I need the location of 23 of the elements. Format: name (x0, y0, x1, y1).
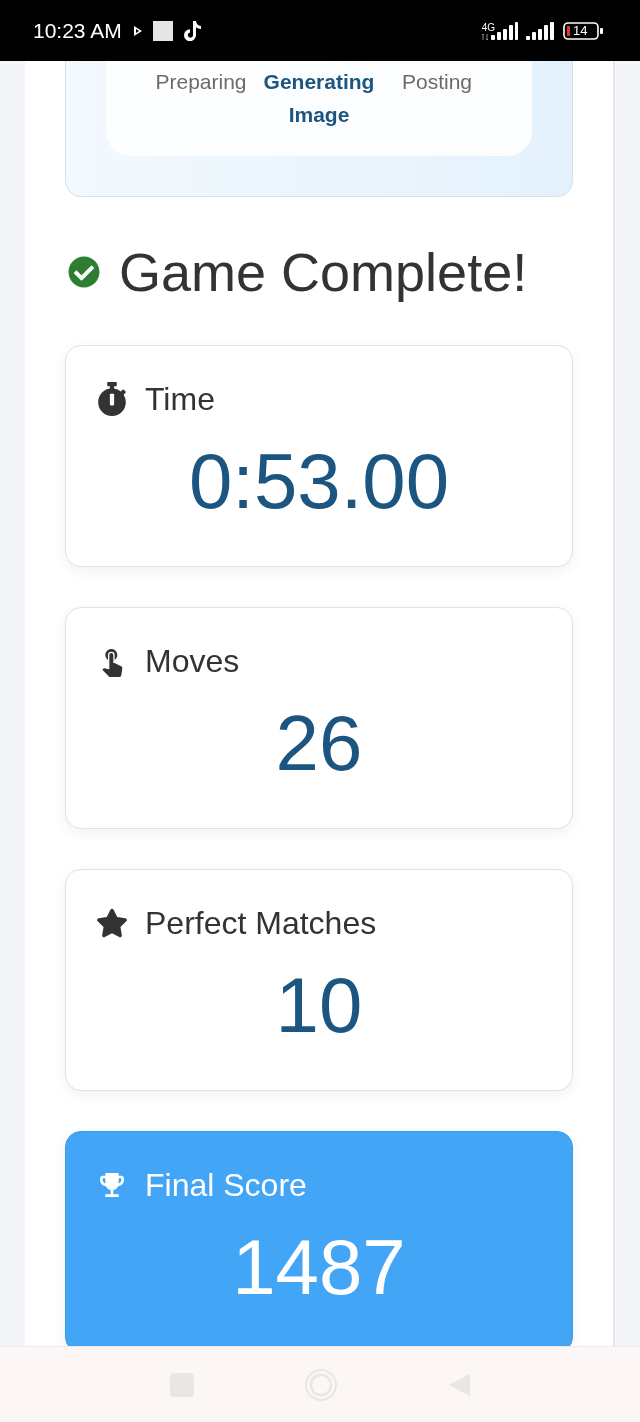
play-icon (132, 24, 143, 37)
battery-icon (563, 21, 603, 40)
star-icon (96, 908, 128, 938)
page-heading: Game Complete! (119, 241, 528, 303)
signal-icon (526, 21, 554, 40)
progress-step: Posting (401, 65, 472, 98)
data-arrows-icon (481, 33, 490, 40)
stat-label: Perfect Matches (145, 905, 377, 941)
stat-label: Final Score (145, 1167, 307, 1203)
stat-label: Moves (145, 643, 240, 679)
stat-value: 26 (275, 698, 363, 789)
battery-percent: 14 (573, 23, 588, 38)
progress-step: Preparing (155, 65, 247, 98)
music-note-icon (183, 20, 201, 41)
network-type: 4G (481, 21, 495, 33)
stat-value: 10 (275, 960, 363, 1051)
stopwatch-icon (97, 382, 127, 416)
clock-time: 10:23 AM (33, 18, 122, 43)
stat-label: Time (145, 381, 215, 417)
stat-value: 0:53.00 (188, 436, 450, 527)
square-icon (152, 20, 173, 41)
progress-step: Generating Image (260, 65, 378, 131)
stat-value: 1487 (232, 1222, 406, 1313)
